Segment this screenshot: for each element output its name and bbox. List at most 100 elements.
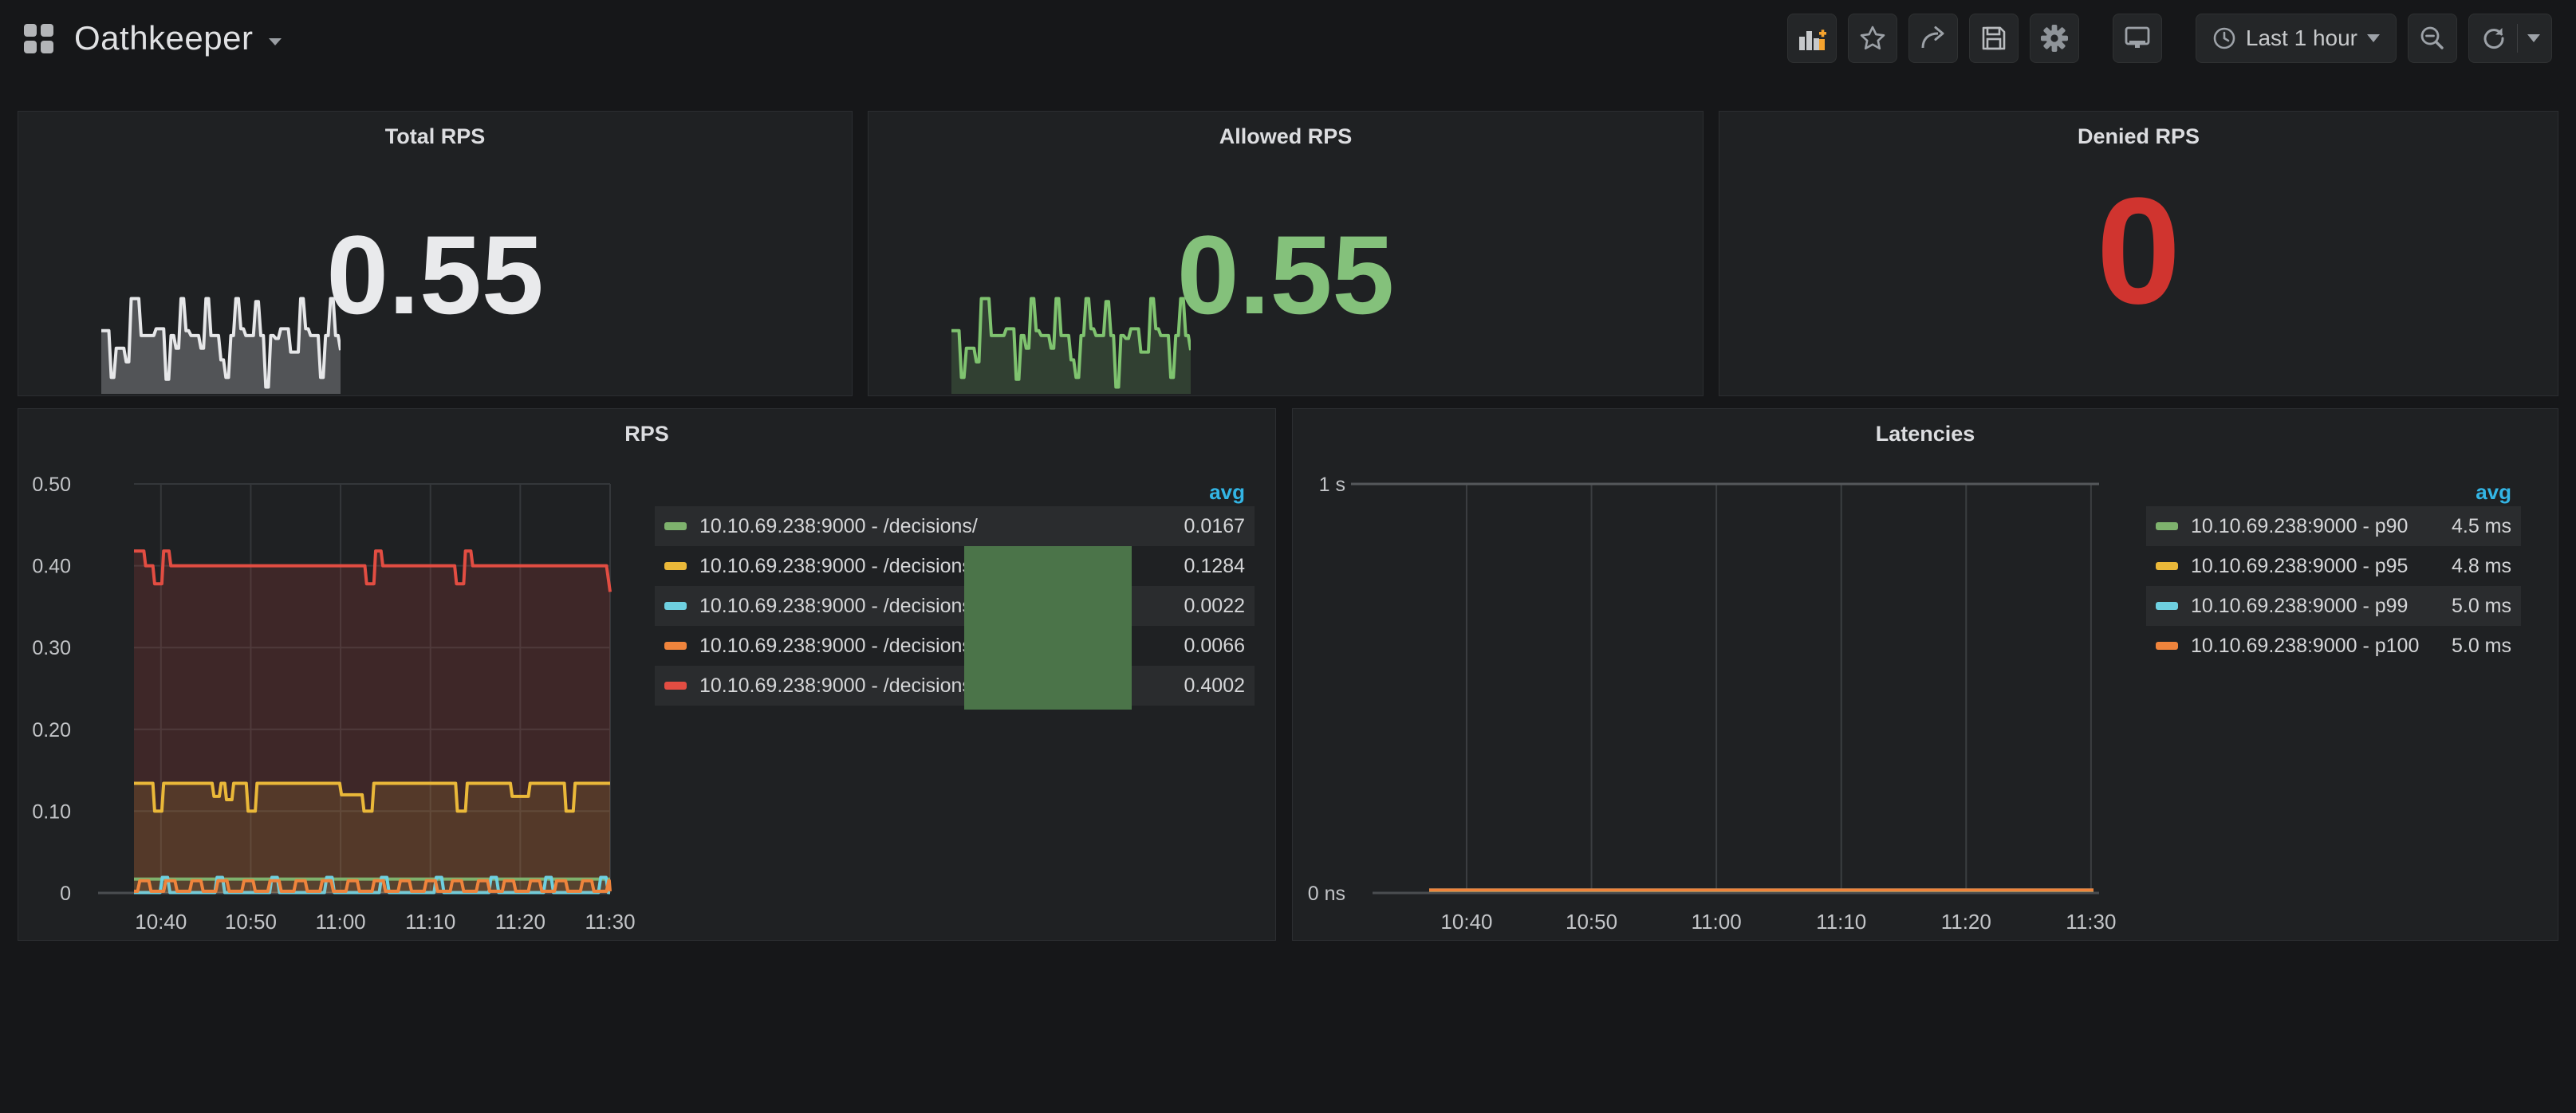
tv-cycle-button[interactable]	[2113, 14, 2162, 63]
legend-row[interactable]: 10.10.69.238:9000 - /decisions/0.1284	[655, 546, 1255, 586]
series-color-swatch-icon	[2156, 562, 2178, 570]
rps-series	[134, 551, 610, 893]
legend-avg-header[interactable]: avg	[2146, 478, 2521, 506]
svg-text:0: 0	[60, 883, 71, 905]
series-color-swatch-icon	[664, 682, 687, 690]
dashboard-title-caret-icon[interactable]	[269, 38, 282, 45]
add-panel-button[interactable]	[1787, 14, 1837, 63]
denied-rps-value: 0	[1719, 175, 2558, 327]
clock-icon	[2212, 26, 2236, 50]
series-color-swatch-icon	[2156, 602, 2178, 610]
rps-legend: avg 10.10.69.238:9000 - /decisions/0.016…	[655, 478, 1255, 706]
refresh-divider	[2517, 24, 2518, 53]
series-name[interactable]: 10.10.69.238:9000 - /decisions/	[699, 595, 978, 618]
time-range-label: Last 1 hour	[2246, 26, 2357, 51]
svg-text:0.10: 0.10	[32, 800, 71, 823]
panel-total-rps: Total RPS 0.55	[18, 111, 853, 396]
gear-icon	[2040, 24, 2069, 53]
latencies-legend: avg 10.10.69.238:9000 - p904.5 ms10.10.6…	[2146, 478, 2521, 666]
zoom-out-icon	[2419, 25, 2446, 52]
allowed-rps-value: 0.55	[869, 219, 1703, 331]
series-color-swatch-icon	[2156, 522, 2178, 530]
refresh-button[interactable]	[2468, 14, 2552, 63]
dashboard-grid-icon[interactable]	[24, 24, 53, 53]
series-name[interactable]: 10.10.69.238:9000 - p90	[2191, 515, 2408, 538]
legend-row[interactable]: 10.10.69.238:9000 - /decisions/0.0167	[655, 506, 1255, 546]
series-avg-value: 0.0022	[1173, 595, 1245, 618]
svg-text:11:10: 11:10	[405, 910, 455, 934]
svg-text:11:00: 11:00	[316, 910, 366, 934]
legend-avg-header[interactable]: avg	[655, 478, 1255, 506]
panel-title[interactable]: Allowed RPS	[869, 124, 1703, 149]
zoom-out-button[interactable]	[2408, 14, 2457, 63]
svg-text:10:50: 10:50	[1566, 910, 1617, 934]
series-name[interactable]: 10.10.69.238:9000 - p99	[2191, 595, 2408, 618]
panel-title[interactable]: RPS	[18, 422, 1275, 446]
legend-row[interactable]: 10.10.69.238:9000 - p904.5 ms	[2146, 506, 2521, 546]
series-avg-value: 5.0 ms	[2440, 595, 2511, 618]
svg-text:10:40: 10:40	[135, 910, 187, 934]
svg-text:0.20: 0.20	[32, 719, 71, 741]
series-avg-value: 0.0167	[1173, 515, 1245, 538]
svg-text:10:40: 10:40	[1440, 910, 1492, 934]
series-name[interactable]: 10.10.69.238:9000 - p95	[2191, 555, 2408, 578]
share-button[interactable]	[1908, 14, 1958, 63]
latencies-gridlines	[1351, 484, 2099, 893]
svg-text:10:50: 10:50	[225, 910, 277, 934]
star-button[interactable]	[1848, 14, 1897, 63]
legend-row[interactable]: 10.10.69.238:9000 - p95 4.8 ms	[2146, 546, 2521, 586]
star-icon	[1859, 25, 1886, 52]
panel-title[interactable]: Latencies	[1293, 422, 2558, 446]
legend-overlay-artifact	[964, 546, 1132, 710]
svg-text:11:10: 11:10	[1816, 910, 1866, 934]
svg-text:11:00: 11:00	[1692, 910, 1742, 934]
series-color-swatch-icon	[664, 642, 687, 650]
series-avg-value: 4.8 ms	[2440, 555, 2511, 578]
time-range-button[interactable]: Last 1 hour	[2196, 14, 2397, 63]
svg-text:11:30: 11:30	[2066, 910, 2116, 934]
series-color-swatch-icon	[664, 522, 687, 530]
navbar-toolbar: Last 1 hour	[1787, 14, 2552, 63]
panel-title[interactable]: Total RPS	[18, 124, 852, 149]
svg-text:11:20: 11:20	[1941, 910, 1991, 934]
series-name[interactable]: 10.10.69.238:9000 - p100	[2191, 635, 2419, 658]
total-rps-value: 0.55	[18, 219, 852, 331]
series-name[interactable]: 10.10.69.238:9000 - /decisions/	[699, 674, 978, 698]
legend-row[interactable]: 10.10.69.238:9000 - /decisions/0.4002	[655, 666, 1255, 706]
series-color-swatch-icon	[664, 602, 687, 610]
refresh-caret-icon[interactable]	[2527, 34, 2540, 42]
panel-title[interactable]: Denied RPS	[1719, 124, 2558, 149]
series-name[interactable]: 10.10.69.238:9000 - /decisions/	[699, 635, 978, 658]
svg-text:0.50: 0.50	[32, 474, 71, 496]
panel-denied-rps: Denied RPS 0	[1719, 111, 2558, 396]
svg-text:0 ns: 0 ns	[1308, 883, 1345, 905]
panel-rps-graph: RPS 0 0.10 0.20 0.30 0.40 0.50 10:40 10:50 11:00…	[18, 408, 1276, 941]
navbar: Oathkeeper	[0, 0, 2576, 77]
series-color-swatch-icon	[2156, 642, 2178, 650]
share-icon	[1919, 25, 1948, 52]
legend-row[interactable]: 10.10.69.238:9000 - /decisions/0.0022	[655, 586, 1255, 626]
svg-text:1 s: 1 s	[1319, 474, 1345, 496]
dashboard-title[interactable]: Oathkeeper	[74, 19, 253, 57]
add-panel-icon	[1798, 25, 1826, 52]
svg-text:0.40: 0.40	[32, 556, 71, 578]
series-avg-value: 0.0066	[1173, 635, 1245, 658]
save-button[interactable]	[1969, 14, 2019, 63]
series-avg-value: 0.4002	[1173, 674, 1245, 698]
legend-row[interactable]: 10.10.69.238:9000 - /decisions/0.0066	[655, 626, 1255, 666]
settings-button[interactable]	[2030, 14, 2079, 63]
monitor-icon	[2123, 25, 2152, 52]
series-name[interactable]: 10.10.69.238:9000 - /decisions/	[699, 555, 978, 578]
series-name[interactable]: 10.10.69.238:9000 - /decisions/	[699, 515, 978, 538]
legend-row[interactable]: 10.10.69.238:9000 - p100 5.0 ms	[2146, 626, 2521, 666]
series-color-swatch-icon	[664, 562, 687, 570]
latencies-axis-labels: 1 s 0 ns 10:40 10:50 11:00 11:10 11:20 11:30	[1308, 474, 2117, 934]
save-icon	[1980, 25, 2007, 52]
svg-text:11:20: 11:20	[495, 910, 546, 934]
svg-text:11:30: 11:30	[585, 910, 635, 934]
series-avg-value: 5.0 ms	[2440, 635, 2511, 658]
svg-text:0.30: 0.30	[32, 637, 71, 659]
legend-row[interactable]: 10.10.69.238:9000 - p99 5.0 ms	[2146, 586, 2521, 626]
panel-allowed-rps: Allowed RPS 0.55	[868, 111, 1704, 396]
panel-latencies-graph: Latencies 1 s 0 ns 10:40 10:50 11:00 11:10 11:…	[1292, 408, 2558, 941]
